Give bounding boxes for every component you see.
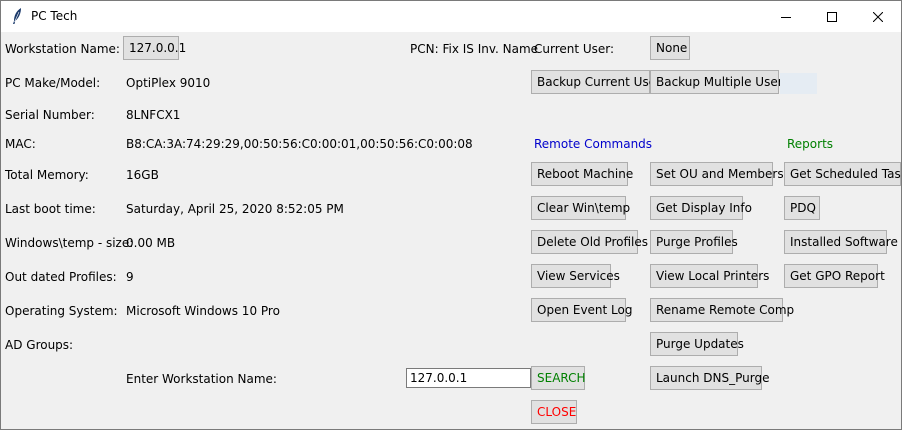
maximize-button[interactable] <box>809 1 855 32</box>
serial-label: Serial Number: <box>5 108 95 122</box>
maximize-icon <box>827 11 837 22</box>
profiles-value: 9 <box>126 270 134 284</box>
remote-commands-heading: Remote Commands <box>534 137 653 151</box>
clear-wintemp-button[interactable]: Clear Win\temp <box>531 196 630 220</box>
memory-label: Total Memory: <box>5 168 89 182</box>
os-label: Operating System: <box>5 304 118 318</box>
workstation-search-input[interactable]: 127.0.0.1 <box>406 368 531 388</box>
memory-value: 16GB <box>126 168 159 182</box>
get-display-info-button[interactable]: Get Display Info <box>650 196 752 220</box>
pcn-label: PCN: Fix IS Inv. Name <box>410 42 539 56</box>
close-button[interactable]: CLOSE <box>531 400 577 424</box>
purge-profiles-button[interactable]: Purge Profiles <box>650 230 738 254</box>
enter-workstation-label: Enter Workstation Name: <box>126 372 277 386</box>
reports-heading: Reports <box>787 137 834 151</box>
main-panel: Workstation Name: 127.0.0.1 PCN: Fix IS … <box>1 32 901 429</box>
make-value: OptiPlex 9010 <box>126 76 211 90</box>
ad-groups-label: AD Groups: <box>5 338 74 352</box>
workstation-button[interactable]: 127.0.0.1 <box>123 36 186 60</box>
temp-label: Windows\temp - size: <box>5 236 134 250</box>
get-gpo-report-button[interactable]: Get GPO Report <box>784 264 885 288</box>
current-user-label: Current User: <box>534 42 615 56</box>
make-label: PC Make/Model: <box>5 76 101 90</box>
close-window-button[interactable] <box>855 1 901 32</box>
current-user-button[interactable]: None <box>650 36 690 60</box>
app-window: PC Tech Workstation Name: 127.0.0.1 PCN:… <box>0 0 902 430</box>
temp-value: 0.00 MB <box>126 236 176 250</box>
purge-updates-button[interactable]: Purge Updates <box>650 332 744 356</box>
profiles-label: Out dated Profiles: <box>5 270 117 284</box>
mac-label: MAC: <box>5 137 36 151</box>
mac-value: B8:CA:3A:74:29:29,00:50:56:C0:00:01,00:5… <box>126 137 473 151</box>
boot-label: Last boot time: <box>5 202 96 216</box>
delete-old-profiles-button[interactable]: Delete Old Profiles <box>531 230 648 254</box>
installed-software-button[interactable]: Installed Software <box>784 230 898 254</box>
backup-multiple-users-button[interactable]: Backup Multiple Users <box>650 70 789 94</box>
set-ou-members-button[interactable]: Set OU and Members <box>650 162 784 186</box>
backup-current-user-button[interactable]: Backup Current User <box>531 70 661 94</box>
minimize-icon <box>781 16 791 18</box>
rename-remote-comp-button[interactable]: Rename Remote Comp <box>650 298 794 322</box>
workstation-label: Workstation Name: <box>5 42 120 56</box>
launch-dns-purge-button[interactable]: Launch DNS_Purge <box>650 366 769 390</box>
view-local-printers-button[interactable]: View Local Printers <box>650 264 769 288</box>
get-scheduled-tasks-button[interactable]: Get Scheduled Tasks <box>784 162 901 186</box>
feather-icon <box>13 8 21 24</box>
view-services-button[interactable]: View Services <box>531 264 620 288</box>
window-title: PC Tech <box>31 9 78 23</box>
reboot-machine-button[interactable]: Reboot Machine <box>531 162 633 186</box>
os-value: Microsoft Windows 10 Pro <box>126 304 280 318</box>
close-icon <box>873 11 883 22</box>
boot-value: Saturday, April 25, 2020 8:52:05 PM <box>126 202 344 216</box>
minimize-button[interactable] <box>763 1 809 32</box>
serial-value: 8LNFCX1 <box>126 108 181 122</box>
backup-spacer <box>780 73 817 94</box>
title-bar[interactable]: PC Tech <box>1 1 901 32</box>
pdq-button[interactable]: PDQ <box>784 196 820 220</box>
search-button[interactable]: SEARCH <box>531 366 586 390</box>
open-event-log-button[interactable]: Open Event Log <box>531 298 633 322</box>
